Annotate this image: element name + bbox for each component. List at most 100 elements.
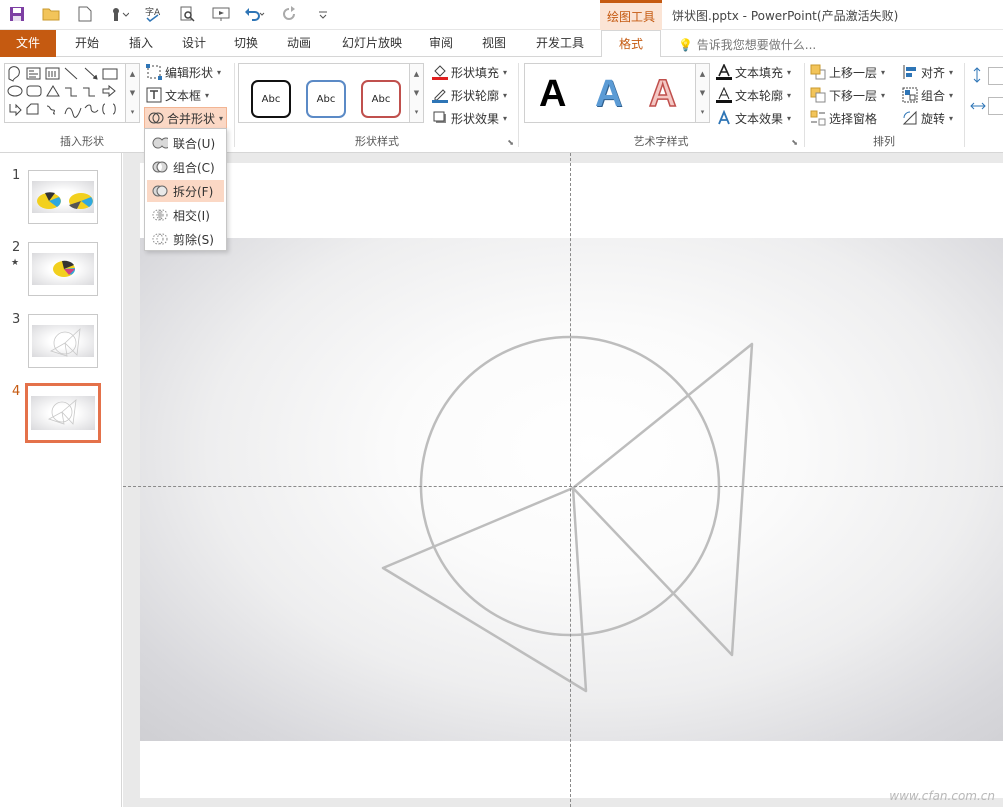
tab-animations[interactable]: 动画 [272,30,326,57]
tab-file[interactable]: 文件 [0,30,56,57]
shapes-gallery[interactable] [4,63,126,123]
slideshow-icon[interactable] [204,0,238,28]
edit-shape-button[interactable]: 编辑形状 ▾ [146,61,221,83]
shape-style-blue[interactable]: Abc [306,80,346,118]
quick-access-toolbar: 字A [0,0,340,28]
slide-preview [28,242,98,296]
group-separator [804,63,805,147]
shape-styles-scroll[interactable]: ▲ ▼ ▾ [410,63,424,123]
shape-effects-icon [432,110,448,126]
tab-home[interactable]: 开始 [60,30,114,57]
merge-combine-item[interactable]: 组合(C) [147,156,224,178]
dialog-launcher-icon[interactable]: ⬊ [791,138,798,147]
slide-number: 1 [12,168,21,183]
wordart-gallery-scroll[interactable]: ▲ ▼ ▾ [696,63,710,123]
slide-number: 2 [12,240,21,255]
shape-outline-label: 形状轮廓 [451,88,500,103]
wordart-style-blue[interactable]: A [595,72,622,116]
open-folder-icon[interactable] [34,0,68,28]
dialog-launcher-icon[interactable]: ⬊ [507,138,514,147]
shape-fill-label: 形状填充 [451,65,500,80]
selection-pane-button[interactable]: 选择窗格 [810,107,877,129]
chevron-down-icon: ▾ [503,113,508,123]
triangle-shape-right [571,342,754,657]
shape-style-red[interactable]: Abc [361,80,401,118]
merge-fragment-item[interactable]: 拆分(F) [147,180,224,202]
undo-icon[interactable] [238,0,272,28]
send-backward-icon [810,87,826,103]
redo-icon[interactable] [272,0,306,28]
ribbon-tabs: 文件 开始 插入 设计 切换 动画 幻灯片放映 审阅 视图 开发工具 格式 💡 … [0,30,1003,58]
slide-number: 3 [12,312,21,327]
rotate-button[interactable]: 旋转 ▾ [902,107,953,129]
merge-intersect-item[interactable]: 相交(I) [147,204,224,226]
shape-outline-button[interactable]: 形状轮廓 ▾ [432,84,507,106]
send-backward-button[interactable]: 下移一层 ▾ [810,84,885,106]
paint-bucket-icon [432,64,448,80]
merge-subtract-item[interactable]: 剪除(S) [147,228,224,250]
insert-shapes-group: ▲ ▼ ▾ 编辑形状 ▾ 文本框 ▾ 合并形状 ▾ 插入形状 [0,57,228,153]
wordart-gallery: A A A [524,63,696,123]
tab-transitions[interactable]: 切换 [220,30,272,57]
save-icon[interactable] [0,0,34,28]
width-input[interactable] [988,97,1003,115]
merge-shapes-button[interactable]: 合并形状 ▾ [144,107,228,129]
slide-preview [25,383,101,443]
tab-insert[interactable]: 插入 [114,30,168,57]
selection-pane-label: 选择窗格 [829,111,878,126]
slide-thumbnail-4[interactable]: 4 [0,383,122,448]
tab-slideshow[interactable]: 幻灯片放映 [330,30,414,57]
tell-me-box[interactable]: 💡 告诉我您想要做什么... [678,36,816,53]
tab-format[interactable]: 格式 [601,30,661,58]
customize-qat-icon[interactable] [306,0,340,28]
chevron-down-icon: ▾ [219,113,224,123]
spelling-icon[interactable]: 字A [136,0,170,28]
vertical-guide[interactable] [570,153,571,807]
shape-effects-button[interactable]: 形状效果 ▾ [432,107,507,129]
text-outline-button[interactable]: 文本轮廓 ▾ [716,84,791,106]
text-effects-button[interactable]: 文本效果 ▾ [716,107,791,129]
rotate-label: 旋转 [921,111,946,126]
tab-developer[interactable]: 开发工具 [524,30,596,57]
group-label: 组合 [921,88,946,103]
chevron-down-icon: ▾ [503,67,508,77]
chevron-down-icon: ▾ [205,90,210,100]
wordart-style-red-outline[interactable]: A [648,72,677,116]
merge-union-item[interactable]: 联合(U) [147,132,224,154]
watermark: www.cfan.com.cn [889,789,995,803]
height-input[interactable] [988,67,1003,85]
merge-fragment-label: 拆分(F) [173,184,214,199]
new-file-icon[interactable] [68,0,102,28]
slide-thumbnail-2[interactable]: 2 ★ [0,240,122,304]
horizontal-guide[interactable] [123,486,1003,487]
merge-shapes-icon [148,110,164,126]
bring-forward-button[interactable]: 上移一层 ▾ [810,61,885,83]
drawing-tools-context-tab: 绘图工具 [600,0,662,30]
tab-review[interactable]: 审阅 [414,30,468,57]
text-fill-button[interactable]: 文本填充 ▾ [716,61,791,83]
wordart-style-black[interactable]: A [539,72,566,116]
merge-shapes-menu: 联合(U) 组合(C) 拆分(F) 相交(I) 剪除(S) [144,128,227,251]
slide-canvas[interactable] [140,163,1003,798]
slide-thumbnail-3[interactable]: 3 [0,312,122,376]
slide-thumbnail-1[interactable]: 1 [0,168,122,232]
text-box-button[interactable]: 文本框 ▾ [146,84,209,106]
slide-editing-area: www.cfan.com.cn [123,153,1003,807]
tab-design[interactable]: 设计 [168,30,220,57]
group-icon [902,87,918,103]
group-button[interactable]: 组合 ▾ [902,84,953,106]
text-outline-icon [716,87,732,103]
align-button[interactable]: 对齐 ▾ [902,61,953,83]
chevron-down-icon: ▾ [217,67,222,77]
shape-styles-gallery: Abc Abc Abc [238,63,410,123]
slide-preview [28,170,98,224]
animation-star-icon: ★ [11,258,20,268]
tab-view[interactable]: 视图 [468,30,520,57]
print-preview-icon[interactable] [170,0,204,28]
merge-subtract-label: 剪除(S) [173,232,214,247]
shape-fill-button[interactable]: 形状填充 ▾ [432,61,507,83]
shapes-gallery-scroll[interactable]: ▲ ▼ ▾ [126,63,140,123]
touch-mode-icon[interactable] [102,0,136,28]
shape-style-black[interactable]: Abc [251,80,291,118]
chevron-down-icon: ▾ [503,90,508,100]
